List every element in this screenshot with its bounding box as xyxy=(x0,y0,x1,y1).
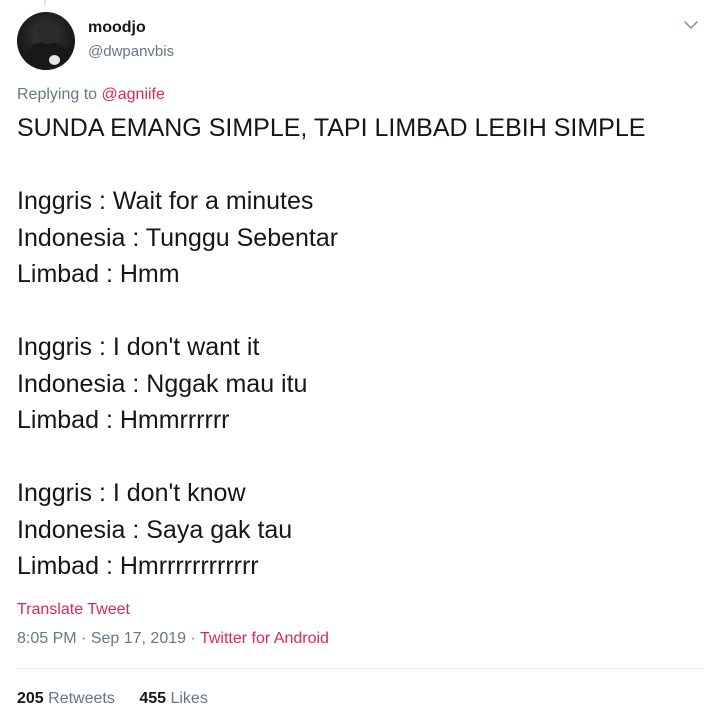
meta-separator: · xyxy=(190,630,196,647)
tweet-text-line: Inggris : I don't want it xyxy=(17,333,260,361)
tweet-metadata: 8:05 PM · Sep 17, 2019 · Twitter for And… xyxy=(17,630,329,648)
likes-label: Likes xyxy=(170,690,208,707)
replying-to-prefix: Replying to xyxy=(17,86,98,103)
tweet-text-line: Indonesia : Tunggu Sebentar xyxy=(17,223,339,252)
chevron-down-icon[interactable] xyxy=(683,18,699,32)
tweet-time[interactable]: 8:05 PM xyxy=(17,630,77,647)
tweet-source-link[interactable]: Twitter for Android xyxy=(200,630,329,647)
engagement-stats: 205 Retweets 455 Likes xyxy=(17,690,228,708)
retweets-stat[interactable]: 205 Retweets xyxy=(17,690,115,708)
tweet-text: SUNDA EMANG SIMPLE, TAPI LIMBAD LEBIH SI… xyxy=(17,110,707,585)
avatar-figure-body xyxy=(25,42,69,70)
tweet-text-line: Limbad : Hmmrrrrrr xyxy=(17,406,230,434)
meta-separator: · xyxy=(81,630,87,647)
user-handle[interactable]: @dwpanvbis xyxy=(88,43,174,60)
tweet-text-line: Indonesia : Nggak mau itu xyxy=(17,369,308,398)
avatar-figure-head xyxy=(37,22,57,44)
display-name[interactable]: moodjo xyxy=(88,19,146,37)
likes-count: 455 xyxy=(139,690,167,707)
translate-tweet-link[interactable]: Translate Tweet xyxy=(17,601,130,619)
likes-stat[interactable]: 455 Likes xyxy=(139,690,208,708)
avatar[interactable] xyxy=(17,12,75,70)
tweet-text-line: Inggris : Wait for a minutes xyxy=(17,187,314,215)
tweet-text-line: SUNDA EMANG SIMPLE, TAPI LIMBAD LEBIH SI… xyxy=(17,114,646,142)
reply-mention-link[interactable]: @agniife xyxy=(102,86,165,103)
tweet-text-line: Limbad : Hmrrrrrrrrrrrr xyxy=(17,552,259,580)
tweet-text-line: Limbad : Hmm xyxy=(17,260,180,288)
replying-to: Replying to @agniife xyxy=(17,86,165,104)
tweet-text-line: Inggris : I don't know xyxy=(17,479,246,507)
thread-connector-line xyxy=(44,0,46,6)
retweets-count: 205 xyxy=(17,690,44,707)
tweet-text-line: Indonesia : Saya gak tau xyxy=(17,515,293,544)
divider xyxy=(17,668,703,669)
avatar-shirt-logo xyxy=(49,55,60,65)
tweet-date[interactable]: Sep 17, 2019 xyxy=(91,630,186,647)
retweets-label: Retweets xyxy=(48,690,115,707)
